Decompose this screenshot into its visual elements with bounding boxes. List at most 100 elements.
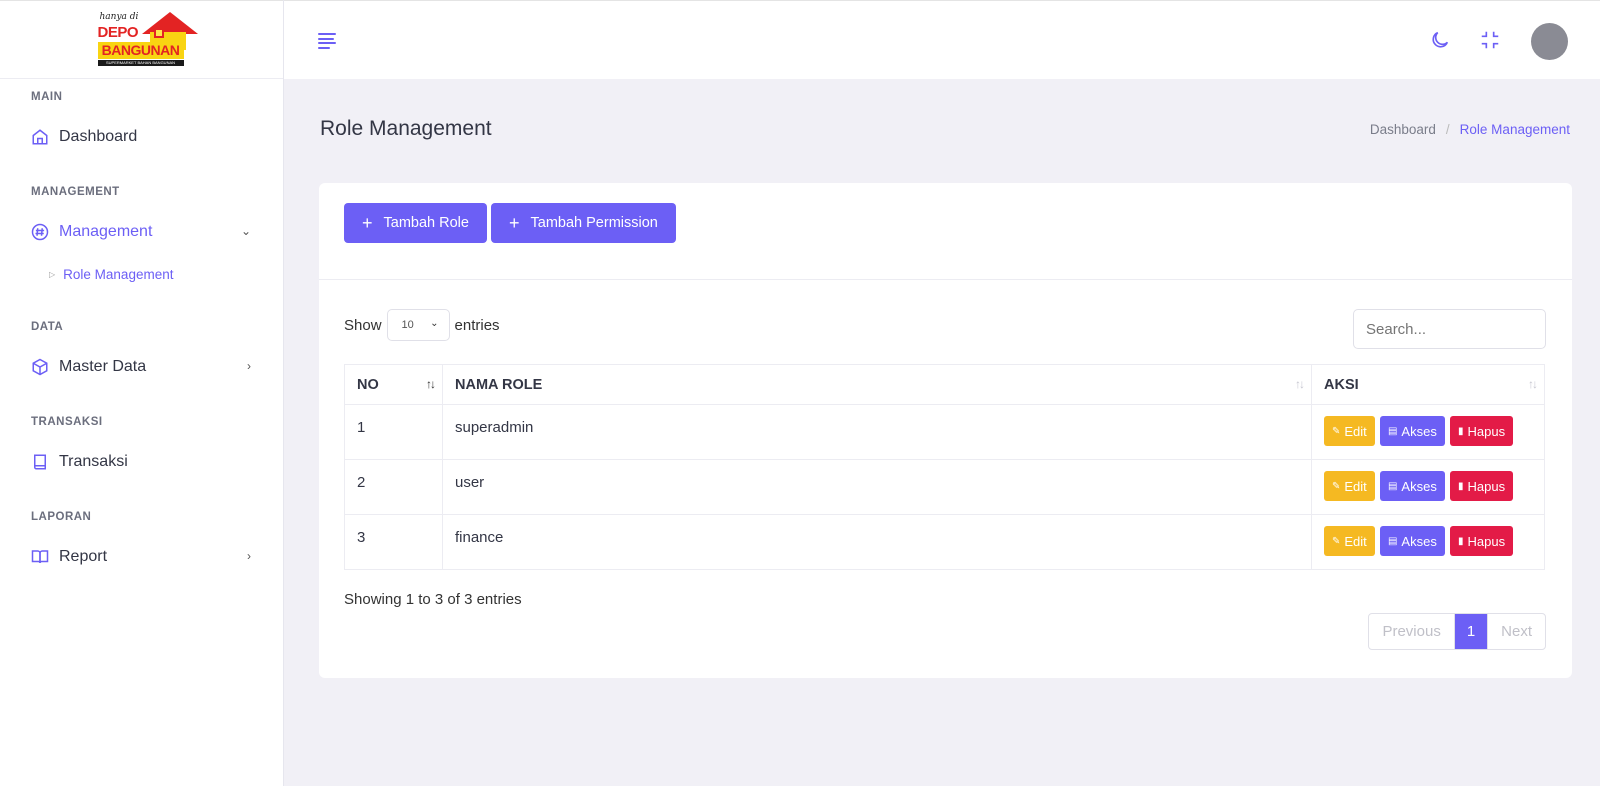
column-label: NAMA ROLE: [455, 376, 543, 393]
menu-icon[interactable]: [318, 33, 336, 49]
previous-button[interactable]: Previous: [1369, 614, 1455, 649]
cell-no: 1: [344, 404, 443, 460]
sidebar-item-label: Dashboard: [59, 128, 138, 145]
cell-no: 3: [344, 514, 443, 570]
cell-name: user: [442, 459, 1312, 515]
sidebar-item-label: Transaksi: [59, 453, 128, 470]
chevron-right-icon: ›: [247, 359, 251, 373]
delete-button[interactable]: ▮ Hapus: [1450, 471, 1514, 501]
roles-table: NO ↑↓ NAMA ROLE ↑↓ AKSI ↑↓ 1 superadmin …: [344, 364, 1545, 570]
breadcrumb-separator: /: [1445, 122, 1450, 137]
nav-section-transaksi: TRANSAKSI: [31, 416, 103, 428]
edit-button[interactable]: ✎ Edit: [1324, 526, 1375, 556]
akses-label: Akses: [1401, 423, 1437, 439]
sidebar-item-management[interactable]: Management ⌄: [31, 217, 251, 247]
entries-label: entries: [454, 316, 500, 334]
edit-label: Edit: [1344, 533, 1367, 549]
cell-actions: ✎ Edit ▤ Akses ▮ Hapus: [1311, 514, 1545, 570]
search-input[interactable]: [1353, 309, 1546, 349]
sort-icon: ↑↓: [1528, 377, 1538, 391]
sidebar-item-transaksi[interactable]: Transaksi: [31, 447, 251, 477]
sidebar-item-report[interactable]: Report ›: [31, 542, 251, 572]
chevron-down-icon: ⌄: [240, 224, 251, 238]
edit-icon: ✎: [1332, 535, 1341, 547]
pagination: Previous 1 Next: [1368, 613, 1546, 650]
nav-section-main: MAIN: [31, 91, 63, 103]
logo-subtitle: SUPERMARKET BAHAN BANGUNAN: [97, 59, 184, 66]
page-button-1[interactable]: 1: [1454, 614, 1488, 649]
minimize-icon[interactable]: [1479, 29, 1501, 51]
nav-section-management: MANAGEMENT: [31, 186, 120, 198]
sort-icon: ↑↓: [426, 377, 436, 391]
hash-icon: [31, 223, 49, 241]
add-role-button[interactable]: + Tambah Role: [344, 203, 487, 243]
cell-actions: ✎ Edit ▤ Akses ▮ Hapus: [1311, 404, 1545, 460]
add-permission-button[interactable]: + Tambah Permission: [491, 203, 676, 243]
plus-icon: +: [509, 212, 520, 233]
sort-icon: ↑↓: [1295, 377, 1305, 391]
entries-value: 10: [401, 319, 414, 331]
open-book-icon: [31, 548, 49, 566]
sidebar: hanya di DEPO BANGUNAN SUPERMARKET BAHAN…: [0, 0, 284, 786]
table-row: 3 finance ✎ Edit ▤ Akses ▮ Hapus: [344, 514, 1545, 570]
add-permission-label: Tambah Permission: [530, 215, 658, 231]
entries-control: Show 10 ⌄ entries: [344, 309, 500, 341]
logo-roof: [141, 11, 198, 34]
delete-button[interactable]: ▮ Hapus: [1450, 526, 1514, 556]
column-header-aksi[interactable]: AKSI ↑↓: [1311, 364, 1545, 405]
credit-card-icon: ▤: [1387, 480, 1398, 492]
edit-icon: ✎: [1332, 425, 1341, 437]
cube-icon: [31, 358, 49, 376]
logo-area: hanya di DEPO BANGUNAN SUPERMARKET BAHAN…: [0, 0, 283, 79]
moon-icon[interactable]: [1429, 29, 1451, 51]
column-label: AKSI: [1324, 376, 1359, 393]
column-header-nama-role[interactable]: NAMA ROLE ↑↓: [442, 364, 1312, 405]
table-row: 1 superadmin ✎ Edit ▤ Akses ▮ Hapus: [344, 404, 1545, 460]
sidebar-item-dashboard[interactable]: Dashboard: [31, 122, 251, 152]
cell-no: 2: [344, 459, 443, 515]
breadcrumb-dashboard[interactable]: Dashboard: [1370, 122, 1436, 137]
delete-label: Hapus: [1467, 533, 1506, 549]
nav-section-data: DATA: [31, 321, 64, 333]
edit-button[interactable]: ✎ Edit: [1324, 416, 1375, 446]
avatar[interactable]: [1531, 23, 1568, 60]
edit-icon: ✎: [1332, 480, 1341, 492]
plus-icon: +: [362, 212, 373, 233]
edit-label: Edit: [1344, 478, 1367, 494]
trash-icon: ▮: [1458, 480, 1464, 492]
sidebar-item-master-data[interactable]: Master Data ›: [31, 352, 251, 382]
table-info: Showing 1 to 3 of 3 entries: [344, 591, 522, 608]
caret-right-icon: ▷: [49, 270, 56, 279]
breadcrumb: Dashboard / Role Management: [1370, 122, 1570, 137]
akses-button[interactable]: ▤ Akses: [1379, 416, 1445, 446]
chevron-right-icon: ›: [247, 549, 251, 563]
nav-section-laporan: LAPORAN: [31, 511, 92, 523]
cell-actions: ✎ Edit ▤ Akses ▮ Hapus: [1311, 459, 1545, 515]
table-header-row: NO ↑↓ NAMA ROLE ↑↓ AKSI ↑↓: [344, 364, 1545, 405]
sidebar-item-label: Report: [59, 548, 108, 565]
logo-window: [153, 27, 164, 38]
credit-card-icon: ▤: [1387, 535, 1398, 547]
add-role-label: Tambah Role: [383, 215, 469, 231]
entries-select[interactable]: 10 ⌄: [386, 309, 450, 341]
edit-button[interactable]: ✎ Edit: [1324, 471, 1375, 501]
logo-brand-depo: DEPO: [97, 23, 139, 41]
sidebar-item-label: Master Data: [59, 358, 147, 375]
depo-bangunan-logo[interactable]: hanya di DEPO BANGUNAN SUPERMARKET BAHAN…: [97, 11, 198, 68]
delete-button[interactable]: ▮ Hapus: [1450, 416, 1514, 446]
next-button[interactable]: Next: [1487, 614, 1545, 649]
trash-icon: ▮: [1458, 535, 1464, 547]
edit-label: Edit: [1344, 423, 1367, 439]
cell-name: finance: [442, 514, 1312, 570]
home-icon: [31, 128, 49, 146]
sidebar-subitem-role-management[interactable]: ▷ Role Management: [49, 267, 173, 282]
akses-button[interactable]: ▤ Akses: [1379, 471, 1445, 501]
breadcrumb-current: Role Management: [1459, 122, 1570, 137]
akses-button[interactable]: ▤ Akses: [1379, 526, 1445, 556]
trash-icon: ▮: [1458, 425, 1464, 437]
column-header-no[interactable]: NO ↑↓: [344, 364, 443, 405]
book-icon: [31, 453, 49, 471]
sidebar-subitem-label: Role Management: [63, 267, 174, 282]
delete-label: Hapus: [1467, 423, 1506, 439]
topbar: [284, 0, 1600, 79]
